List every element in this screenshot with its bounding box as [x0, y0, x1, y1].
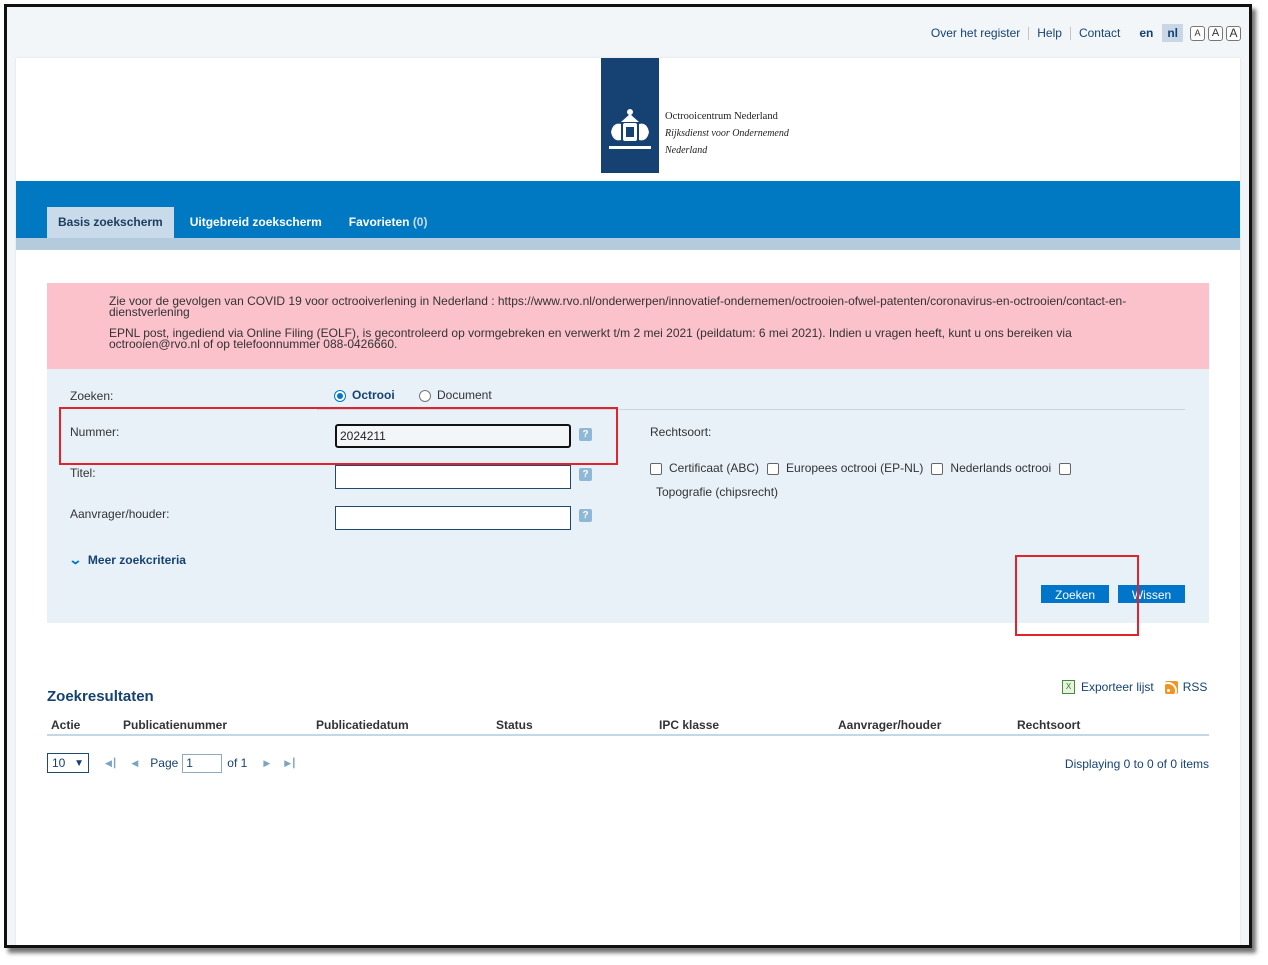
results-title: Zoekresultaten	[47, 688, 154, 705]
radio-document[interactable]: Document	[419, 388, 492, 402]
radio-octrooi-indicator[interactable]	[334, 390, 346, 402]
rights-option-label: Europees octrooi (EP-NL)	[786, 461, 924, 475]
tab-basic-search[interactable]: Basis zoekscherm	[47, 207, 174, 238]
applicant-help-icon[interactable]: ?	[579, 509, 592, 522]
logo-line-1: Octrooicentrum Nederland	[665, 111, 778, 122]
search-tabs: Basis zoekscherm Uitgebreid zoekscherm F…	[47, 207, 438, 238]
notice-paragraph-2: EPNL post, ingediend via Online Filing (…	[109, 326, 1072, 351]
rights-type-label: Rechtsoort:	[650, 425, 712, 439]
export-list-link[interactable]: Exporteer lijst	[1081, 680, 1154, 694]
about-register-link[interactable]: Over het register	[923, 26, 1030, 40]
rights-option[interactable]: Nederlands octrooi	[931, 458, 1051, 479]
font-size-medium-button[interactable]: A	[1208, 25, 1223, 41]
previous-page-icon[interactable]: ◀	[131, 758, 138, 769]
font-size-large-button[interactable]: A	[1226, 25, 1241, 41]
rights-checkbox[interactable]	[650, 462, 662, 475]
radio-document-label: Document	[437, 388, 492, 402]
tab-advanced-search[interactable]: Uitgebreid zoekscherm	[174, 207, 333, 238]
page-number-input[interactable]	[182, 753, 223, 773]
rights-option-label: Topografie (chipsrecht)	[656, 484, 779, 499]
page-label: Page	[150, 756, 179, 770]
top-navigation: Over het register Help Contact en nl A A…	[923, 24, 1241, 42]
help-link[interactable]: Help	[1029, 26, 1071, 40]
applicant-label: Aanvrager/houder:	[70, 507, 170, 521]
results-table-header: Actie Publicatienummer Publicatiedatum S…	[47, 716, 1209, 736]
language-nl-button[interactable]: nl	[1162, 24, 1183, 42]
pagination: 10 ▼ ◀┃ ◀ Page of 1 ▶ ▶┃	[47, 753, 309, 773]
next-page-icon[interactable]: ▶	[263, 758, 270, 769]
contact-link[interactable]: Contact	[1071, 26, 1134, 40]
notice-paragraph-1: Zie voor de gevolgen van COVID 19 voor o…	[109, 294, 1127, 319]
column-header[interactable]: Aanvrager/houder	[838, 718, 941, 732]
rights-checkbox[interactable]	[1059, 462, 1072, 475]
column-header[interactable]: Publicatiedatum	[316, 718, 409, 732]
column-header[interactable]: Actie	[51, 718, 80, 732]
main-page: Octrooicentrum Nederland Rijksdienst voo…	[16, 58, 1240, 945]
covid-notice: Zie voor de gevolgen van COVID 19 voor o…	[47, 283, 1209, 369]
language-en-button[interactable]: en	[1134, 24, 1158, 42]
results-actions: X Exporteer lijst RSS	[1062, 680, 1207, 694]
highlight-number-box	[59, 407, 618, 465]
tab-favorites[interactable]: Favorieten (0)	[333, 207, 439, 238]
logo-line-3: Nederland	[665, 145, 708, 156]
rights-option-label: Nederlands octrooi	[950, 461, 1052, 475]
column-header[interactable]: Publicatienummer	[123, 718, 227, 732]
page-size-select[interactable]: 10 ▼	[47, 753, 89, 773]
rights-option[interactable]: Certificaat (ABC)	[650, 458, 759, 479]
chevron-down-icon: ⌄	[68, 552, 83, 567]
rss-icon	[1164, 680, 1178, 694]
first-page-icon[interactable]: ◀┃	[105, 758, 117, 769]
more-criteria-toggle[interactable]: ⌄ Meer zoekcriteria	[68, 552, 186, 568]
search-type-label: Zoeken:	[70, 389, 114, 403]
screenshot-frame: Over het register Help Contact en nl A A…	[4, 4, 1252, 948]
column-header[interactable]: IPC klasse	[659, 718, 719, 732]
excel-icon: X	[1062, 680, 1075, 694]
column-header[interactable]: Rechtsoort	[1017, 718, 1080, 732]
logo-text: Octrooicentrum Nederland Rijksdienst voo…	[665, 108, 789, 159]
rights-checkbox[interactable]	[767, 462, 780, 475]
coat-of-arms-icon	[609, 109, 651, 149]
chevron-down-icon: ▼	[74, 757, 84, 769]
displaying-count: Displaying 0 to 0 of 0 items	[1064, 757, 1209, 771]
rights-option[interactable]: Europees octrooi (EP-NL)	[767, 458, 923, 479]
column-header[interactable]: Status	[496, 718, 533, 732]
last-page-icon[interactable]: ▶┃	[284, 758, 296, 769]
favorites-count: (0)	[412, 215, 428, 229]
rights-checkbox[interactable]	[931, 462, 944, 475]
rss-link[interactable]: RSS	[1183, 680, 1208, 694]
page-size-value: 10	[52, 756, 66, 770]
title-label: Titel:	[70, 466, 96, 480]
radio-octrooi-label: Octrooi	[352, 388, 395, 402]
title-help-icon[interactable]: ?	[579, 468, 592, 481]
header-band-lower	[16, 238, 1240, 250]
rijksoverheid-logo	[601, 58, 659, 173]
more-criteria-label: Meer zoekcriteria	[87, 553, 186, 567]
radio-document-indicator[interactable]	[419, 390, 431, 402]
applicant-input[interactable]	[335, 506, 571, 530]
font-size-small-button[interactable]: A	[1190, 25, 1205, 41]
title-input[interactable]	[335, 465, 571, 489]
rights-option[interactable]	[1059, 462, 1078, 475]
logo-line-2: Rijksdienst voor Ondernemend	[665, 128, 789, 139]
tab-favorites-label: Favorieten	[348, 215, 410, 229]
highlight-search-box	[1015, 555, 1139, 636]
radio-octrooi[interactable]: Octrooi	[334, 388, 395, 402]
rights-type-options: Certificaat (ABC) Europees octrooi (EP-NL…	[650, 458, 1150, 503]
page-of-label: of 1	[227, 756, 248, 770]
rights-option-label: Certificaat (ABC)	[669, 461, 760, 475]
